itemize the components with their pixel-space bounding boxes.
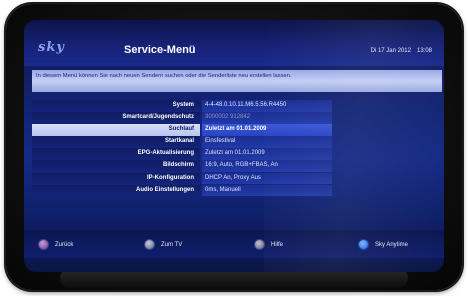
tv-icon	[144, 239, 155, 250]
row-value: 16:9, Auto, RGB+FBAS, An	[202, 160, 332, 172]
sky-anytime-label: Sky Anytime	[375, 242, 409, 249]
datetime: Di 17 Jan 2012 13:08	[371, 48, 432, 54]
row-suchlauf[interactable]: Suchlauf Zuletzt am 01.01.2009	[32, 124, 332, 136]
tv-label: Zum TV	[161, 242, 183, 249]
row-value: DHCP An, Proxy Aus	[202, 172, 332, 185]
time-text: 13:08	[416, 48, 432, 54]
back-button[interactable]: Zurück	[38, 239, 73, 251]
settings-list: System 4-4-48.0.10.11.M6.5.56.R4450 Smar…	[32, 100, 332, 197]
row-value: Zuletzt am 01.01.2009	[202, 148, 332, 160]
row-ip[interactable]: IP-Konfiguration DHCP An, Proxy Aus	[32, 172, 332, 185]
row-label: Bildschirm	[32, 160, 200, 172]
help-label: Hilfe	[271, 242, 284, 249]
date-text: Di 17 Jan 2012	[370, 48, 411, 54]
row-system[interactable]: System 4-4-48.0.10.11.M6.5.56.R4450	[32, 100, 332, 112]
row-value: Zuletzt am 01.01.2009	[202, 124, 332, 136]
footer-bar: Zurück Zum TV Hilfe Sky Anytime	[24, 230, 444, 258]
sky-logo: sky	[38, 40, 65, 55]
row-epg[interactable]: EPG-Aktualisierung Zuletzt am 01.01.2009	[32, 148, 332, 160]
row-label: IP-Konfiguration	[32, 172, 200, 185]
info-text: In diesem Menü können Sie nach neuen Sen…	[32, 70, 442, 92]
page-title: Service-Menü	[124, 44, 196, 56]
row-label: Suchlauf	[32, 124, 200, 136]
row-value: 3000002 912842	[202, 112, 332, 124]
row-label: Smartcard/Jugendschutz	[32, 112, 200, 124]
blue-button-icon	[358, 239, 369, 250]
row-smartcard[interactable]: Smartcard/Jugendschutz 3000002 912842	[32, 112, 332, 124]
row-value: Einsfestival	[202, 136, 332, 148]
tv-button[interactable]: Zum TV	[144, 239, 182, 251]
back-icon	[38, 239, 49, 250]
row-startkanal[interactable]: Startkanal Einsfestival	[32, 136, 332, 148]
row-label: Startkanal	[32, 136, 200, 148]
help-icon	[254, 239, 265, 250]
row-label: Audio Einstellungen	[32, 184, 200, 197]
help-button[interactable]: Hilfe	[254, 239, 283, 251]
back-label: Zurück	[55, 242, 74, 249]
row-value: 0ms, Manuell	[202, 184, 332, 197]
row-bildschirm[interactable]: Bildschirm 16:9, Auto, RGB+FBAS, An	[32, 160, 332, 172]
row-label: System	[32, 100, 200, 112]
row-audio[interactable]: Audio Einstellungen 0ms, Manuell	[32, 184, 332, 197]
header-bar: sky Service-Menü Di 17 Jan 2012 13:08	[24, 20, 444, 66]
sky-anytime-button[interactable]: Sky Anytime	[358, 239, 408, 251]
row-value: 4-4-48.0.10.11.M6.5.56.R4450	[202, 100, 332, 112]
row-label: EPG-Aktualisierung	[32, 148, 200, 160]
tv-screen: sky Service-Menü Di 17 Jan 2012 13:08 In …	[24, 20, 444, 272]
